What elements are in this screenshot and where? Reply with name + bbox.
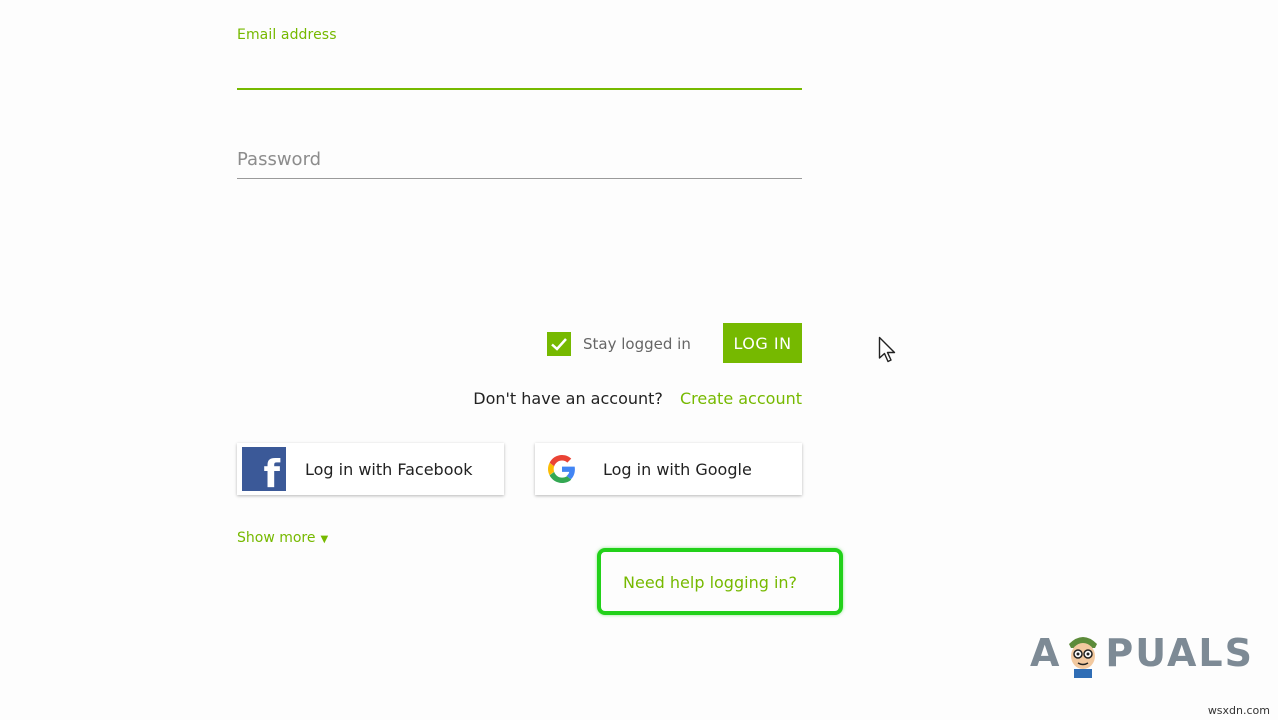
facebook-login-label: Log in with Facebook bbox=[305, 459, 473, 479]
caret-down-icon: ▼ bbox=[320, 534, 329, 545]
facebook-icon: f bbox=[242, 447, 286, 493]
logo-text-left: A bbox=[1030, 631, 1062, 675]
google-icon bbox=[548, 455, 575, 483]
checkmark-icon bbox=[551, 338, 567, 351]
appuals-logo: A PUALS bbox=[1030, 628, 1254, 678]
mouse-pointer-icon bbox=[878, 336, 896, 363]
stay-logged-in-checkbox[interactable] bbox=[547, 332, 571, 356]
create-account-link[interactable]: Create account bbox=[680, 389, 802, 408]
no-account-text: Don't have an account? bbox=[473, 389, 663, 408]
google-login-label: Log in with Google bbox=[603, 459, 752, 479]
mascot-icon bbox=[1069, 637, 1098, 678]
show-more-label: Show more bbox=[237, 530, 316, 546]
show-more-toggle[interactable]: Show more ▼ bbox=[237, 530, 328, 546]
account-row: Don't have an account? Create account bbox=[473, 389, 802, 408]
facebook-login-button[interactable]: f Log in with Facebook bbox=[237, 443, 504, 495]
password-field[interactable] bbox=[237, 140, 802, 179]
stay-logged-in-row: Stay logged in bbox=[547, 332, 691, 356]
login-button[interactable]: LOG IN bbox=[723, 323, 802, 363]
site-watermark: wsxdn.com bbox=[1207, 704, 1270, 717]
email-label: Email address bbox=[237, 27, 337, 43]
email-field[interactable] bbox=[237, 52, 802, 90]
logo-text-right: PUALS bbox=[1105, 631, 1254, 675]
stay-logged-in-label[interactable]: Stay logged in bbox=[583, 335, 691, 353]
login-page: Email address Stay logged in LOG IN Don'… bbox=[0, 0, 1278, 720]
need-help-link[interactable]: Need help logging in? bbox=[623, 573, 797, 592]
google-login-button[interactable]: Log in with Google bbox=[535, 443, 802, 495]
